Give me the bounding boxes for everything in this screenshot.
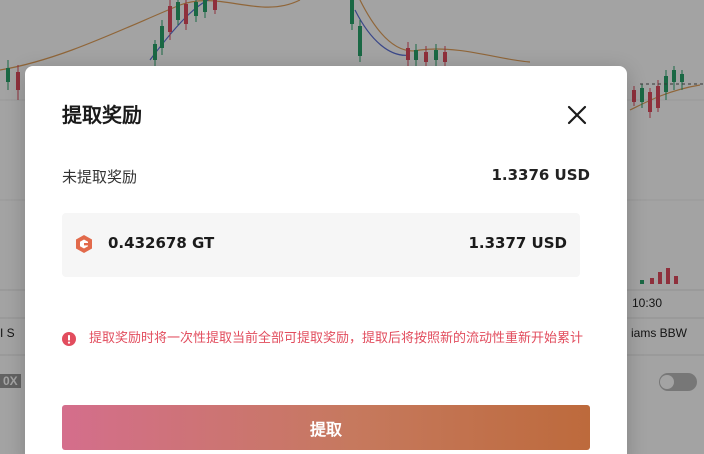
- claim-rewards-modal: 提取奖励 未提取奖励 1.3376 USD 0.432678 GT 1.3377…: [25, 66, 627, 454]
- modal-title: 提取奖励: [62, 103, 142, 127]
- unclaimed-rewards-value: 1.3376 USD: [491, 166, 590, 184]
- warning-icon: [62, 332, 76, 346]
- token-reward-row: 0.432678 GT 1.3377 USD: [62, 213, 580, 277]
- token-usd-value: 1.3377 USD: [468, 234, 567, 252]
- claim-button[interactable]: 提取: [62, 405, 590, 450]
- warning-text: 提取奖励时将一次性提取当前全部可提取奖励，提取后将按照新的流动性重新开始累计: [89, 331, 584, 346]
- token-amount: 0.432678 GT: [108, 234, 215, 252]
- unclaimed-rewards-label: 未提取奖励: [62, 168, 138, 186]
- close-button[interactable]: [564, 102, 590, 128]
- gt-token-icon: [76, 235, 92, 253]
- app-root: 10:30 iams BBW I S 0X 提取奖励 未提取奖励 1.3376 …: [0, 0, 704, 454]
- close-icon: [567, 105, 587, 125]
